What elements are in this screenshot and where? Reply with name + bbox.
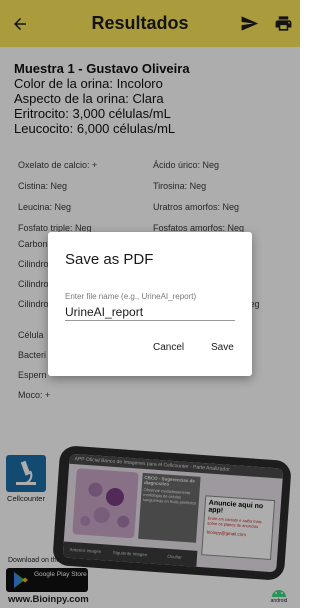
file-name-input[interactable] [65, 303, 235, 321]
file-name-label: Enter file name (e.g., UrineAI_report) [65, 292, 197, 301]
save-pdf-dialog: Save as PDF Enter file name (e.g., Urine… [48, 232, 252, 376]
save-button[interactable]: Save [211, 342, 234, 353]
dialog-title: Save as PDF [65, 251, 154, 268]
cancel-button[interactable]: Cancel [153, 342, 184, 353]
